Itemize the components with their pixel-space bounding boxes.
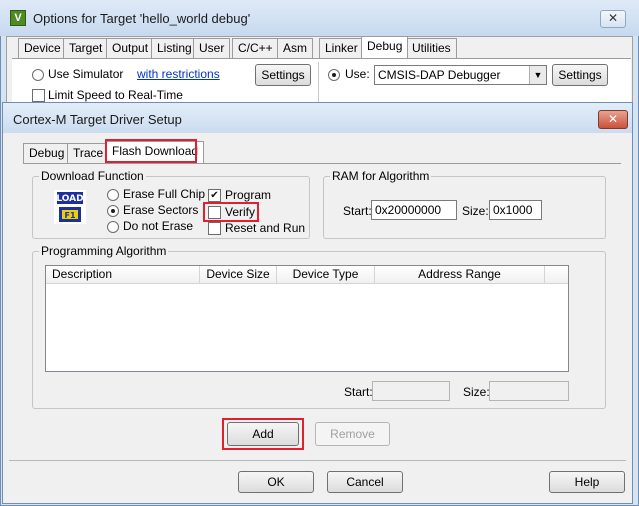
dialog-footer-divider <box>9 460 626 461</box>
tab-target[interactable]: Target <box>63 38 109 58</box>
ram-size-label: Size: <box>462 204 489 218</box>
column-device-type[interactable]: Device Type <box>277 266 375 283</box>
debug-page-divider <box>318 62 319 102</box>
help-button[interactable]: Help <box>549 471 625 493</box>
tab-asm[interactable]: Asm <box>277 38 313 58</box>
program-checkbox[interactable] <box>208 189 221 202</box>
with-restrictions-link[interactable]: with restrictions <box>137 67 220 81</box>
options-window-title: Options for Target 'hello_world debug' <box>33 11 251 26</box>
algorithm-list-header: Description Device Size Device Type Addr… <box>46 266 568 284</box>
column-device-size[interactable]: Device Size <box>200 266 277 283</box>
use-simulator-label: Use Simulator <box>48 67 124 81</box>
flash-download-highlight <box>105 139 197 163</box>
dialog-client: Debug Trace Flash Download Download Func… <box>9 133 626 496</box>
debugger-settings-button[interactable]: Settings <box>552 64 608 86</box>
load-icon-subtext: F1 <box>64 211 75 220</box>
download-function-label: Download Function <box>39 169 146 183</box>
dialog-title: Cortex-M Target Driver Setup <box>13 112 182 127</box>
tab-device[interactable]: Device <box>18 38 67 58</box>
reset-and-run-checkbox[interactable] <box>208 222 221 235</box>
erase-full-chip-label: Erase Full Chip <box>123 187 206 201</box>
use-debugger-radio[interactable] <box>328 69 340 81</box>
algo-size-input[interactable] <box>489 381 569 401</box>
erase-sectors-radio[interactable] <box>107 205 119 217</box>
column-address-range[interactable]: Address Range <box>375 266 545 283</box>
tab-linker[interactable]: Linker <box>319 38 364 58</box>
dialog-tab-strip-border <box>23 163 621 164</box>
column-description[interactable]: Description <box>46 266 200 283</box>
ram-start-label: Start: <box>343 204 372 218</box>
load-icon: LOAD F1 <box>54 190 86 224</box>
tab-c-cpp[interactable]: C/C++ <box>232 38 279 58</box>
tab-output[interactable]: Output <box>106 38 155 58</box>
do-not-erase-radio[interactable] <box>107 221 119 233</box>
tab-user[interactable]: User <box>193 38 231 58</box>
remove-button[interactable]: Remove <box>315 422 390 446</box>
use-label: Use: <box>345 67 370 81</box>
tab-debug[interactable]: Debug <box>361 36 409 58</box>
programming-algorithm-label: Programming Algorithm <box>39 244 169 258</box>
do-not-erase-label: Do not Erase <box>123 219 194 233</box>
debugger-select-value: CMSIS-DAP Debugger <box>378 68 501 82</box>
simulator-settings-button[interactable]: Settings <box>255 64 311 86</box>
dialog-tab-debug[interactable]: Debug <box>23 143 71 163</box>
algorithm-list[interactable]: Description Device Size Device Type Addr… <box>45 265 569 372</box>
cancel-button[interactable]: Cancel <box>327 471 403 493</box>
dialog-tab-trace[interactable]: Trace <box>67 143 110 163</box>
target-driver-dialog: Cortex-M Target Driver Setup ✕ Debug Tra… <box>2 102 633 504</box>
limit-speed-checkbox[interactable] <box>32 89 45 102</box>
erase-sectors-label: Erase Sectors <box>123 203 199 217</box>
limit-speed-label: Limit Speed to Real-Time <box>48 88 183 102</box>
reset-and-run-label: Reset and Run <box>225 221 306 235</box>
tab-utilities[interactable]: Utilities <box>406 38 457 58</box>
close-icon[interactable]: ✕ <box>600 10 626 28</box>
add-button-highlight <box>222 418 304 450</box>
debugger-select[interactable]: CMSIS-DAP Debugger ▼ <box>374 65 547 85</box>
ram-start-input[interactable]: 0x20000000 <box>371 200 457 220</box>
tab-listing[interactable]: Listing <box>151 38 198 58</box>
ram-size-input[interactable]: 0x1000 <box>489 200 542 220</box>
algo-start-input[interactable] <box>372 381 450 401</box>
dialog-close-icon[interactable]: ✕ <box>598 110 628 129</box>
algo-start-label: Start: <box>344 385 373 399</box>
erase-full-chip-radio[interactable] <box>107 189 119 201</box>
ram-for-algorithm-label: RAM for Algorithm <box>330 169 432 183</box>
program-label: Program <box>225 188 272 202</box>
load-icon-text: LOAD <box>56 194 83 204</box>
chevron-down-icon[interactable]: ▼ <box>529 66 546 84</box>
verify-highlight <box>203 202 259 222</box>
ok-button[interactable]: OK <box>238 471 314 493</box>
algo-size-label: Size: <box>463 385 490 399</box>
keil-app-icon: V <box>10 10 26 26</box>
use-simulator-radio[interactable] <box>32 69 44 81</box>
